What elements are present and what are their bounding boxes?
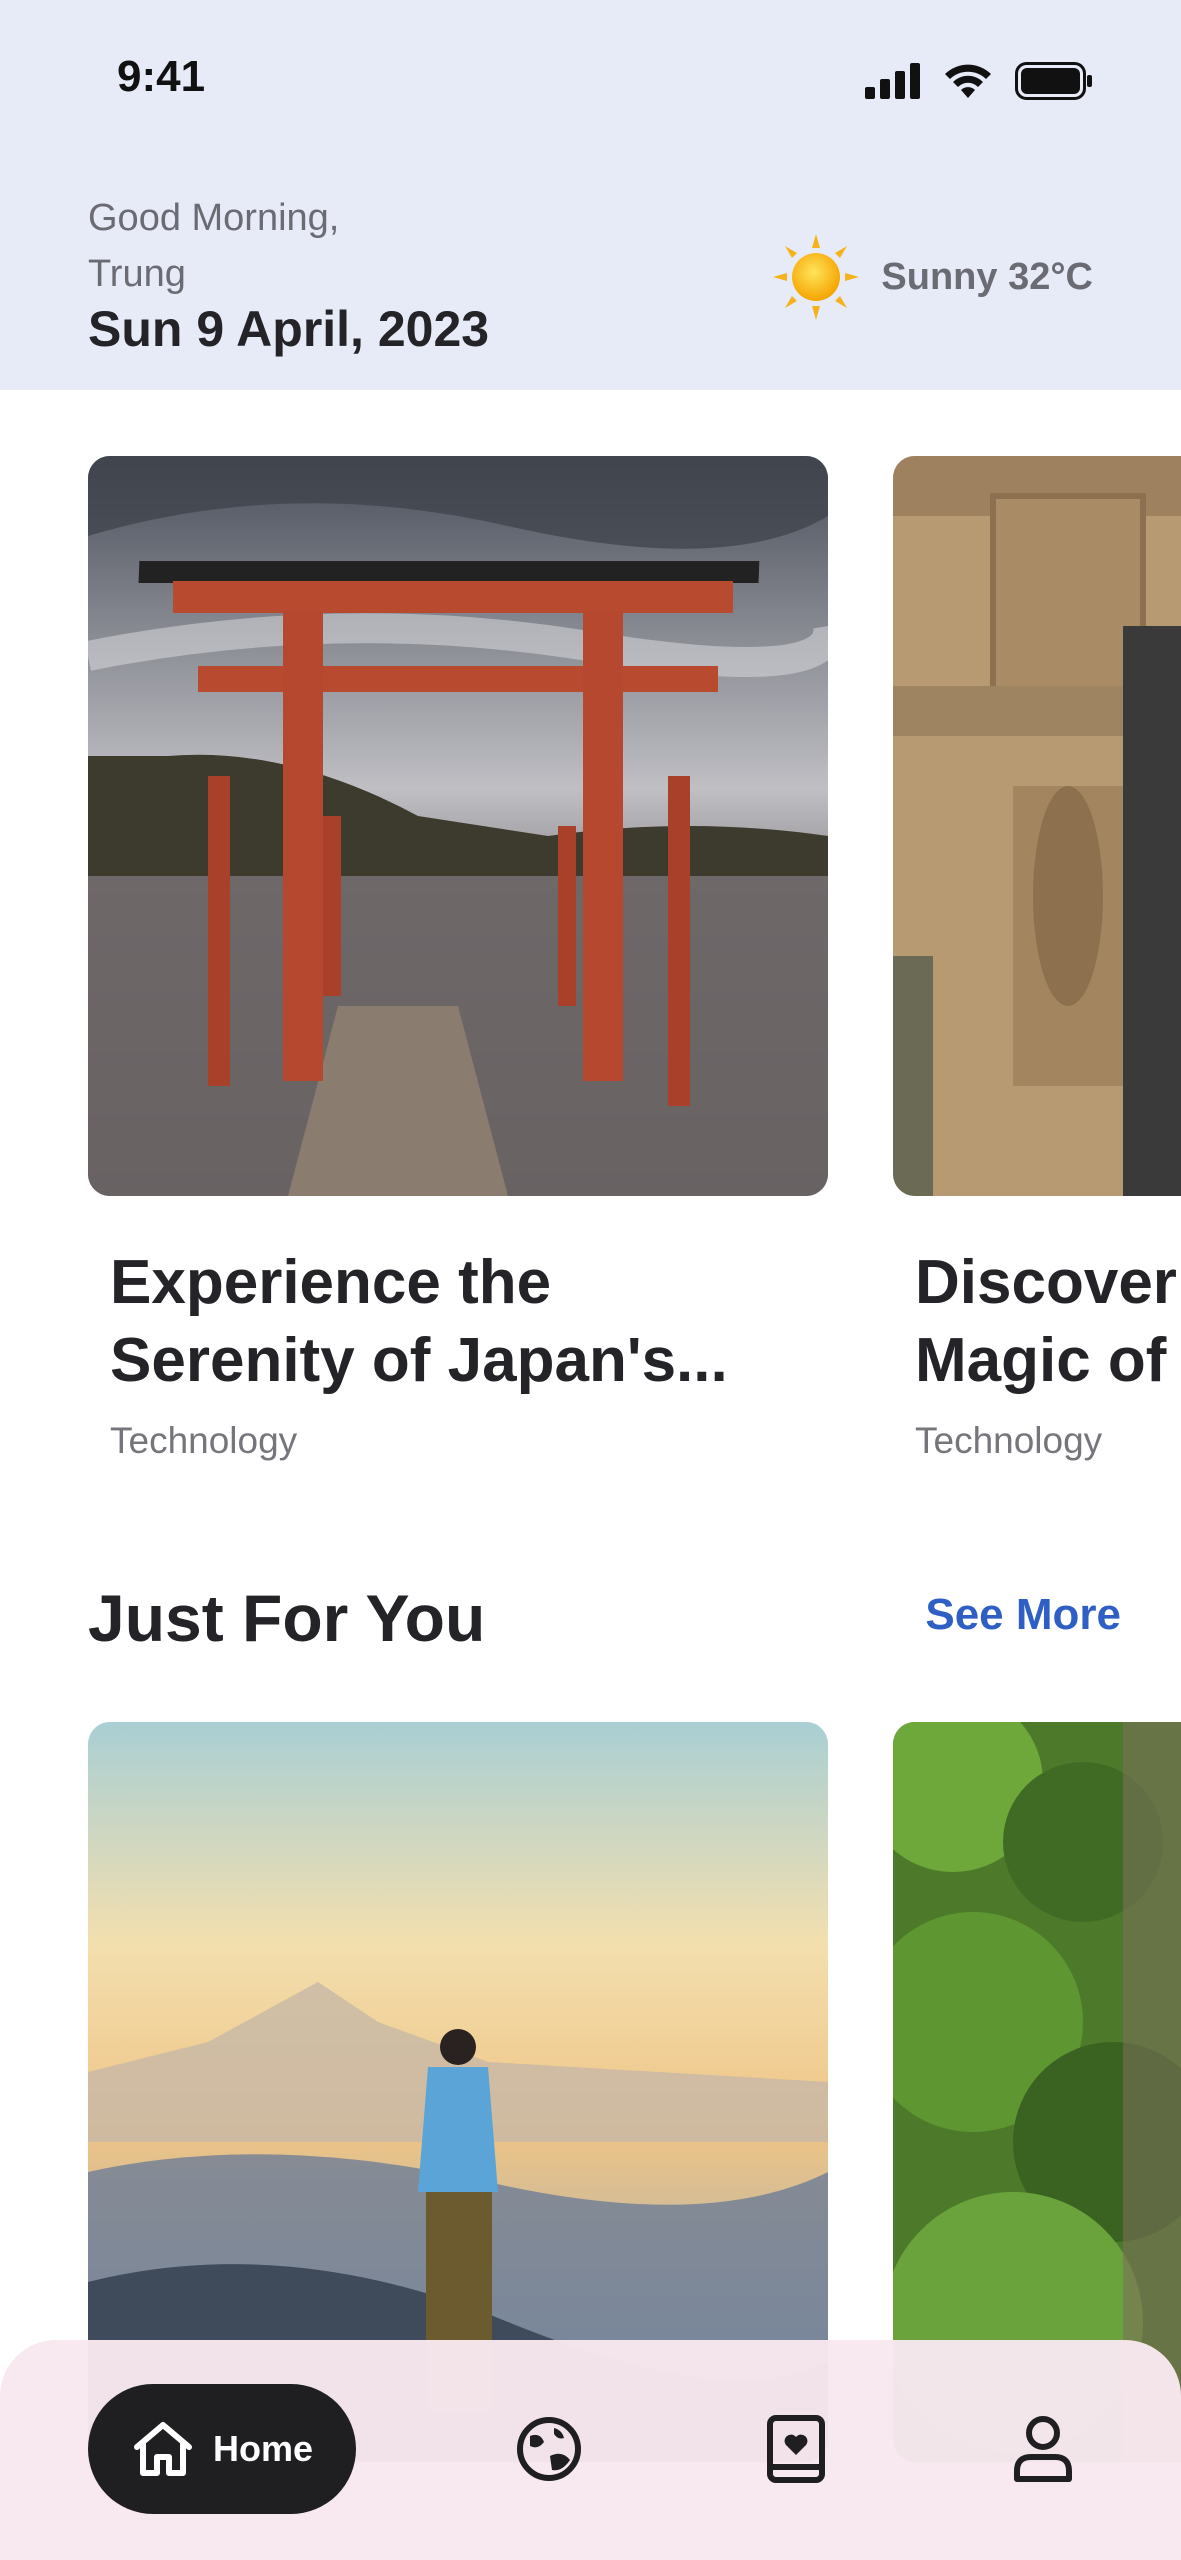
- card-title[interactable]: Discover the Magic of Paris: [893, 1244, 1181, 1400]
- section-title: Just For You: [88, 1581, 486, 1655]
- card-title-line-2: Serenity of Japan's...: [110, 1326, 728, 1395]
- card-title[interactable]: Experience the Serenity of Japan's...: [88, 1244, 828, 1400]
- weather-text: Sunny 32°C: [881, 255, 1093, 298]
- bookmark-book-icon: [767, 2415, 825, 2483]
- status-time: 9:41: [117, 52, 206, 101]
- home-icon: [133, 2422, 192, 2476]
- battery-icon: [1015, 62, 1092, 100]
- featured-carousel[interactable]: Experience the Serenity of Japan's... Te…: [0, 456, 1181, 1476]
- bottom-tab-bar: Home: [0, 2340, 1181, 2560]
- status-bar: 9:41: [0, 0, 1181, 160]
- greeting-name: Trung: [88, 253, 186, 295]
- tab-explore[interactable]: [514, 2414, 584, 2484]
- tab-profile[interactable]: [1008, 2414, 1078, 2484]
- tab-saved[interactable]: [761, 2414, 831, 2484]
- card-title-line-1: Experience the: [110, 1248, 552, 1317]
- featured-card-paris[interactable]: Discover the Magic of Paris Technology: [893, 456, 1181, 1462]
- card-title-line-2: Magic of Paris: [915, 1326, 1181, 1395]
- greeting: Good Morning, Trung: [88, 190, 339, 302]
- tab-home[interactable]: Home: [88, 2384, 356, 2514]
- globe-icon: [517, 2417, 581, 2481]
- greeting-line-1: Good Morning,: [88, 197, 340, 239]
- see-more-link[interactable]: See More: [925, 1590, 1121, 1640]
- status-icons: [865, 62, 1093, 100]
- tab-home-label: Home: [212, 2428, 314, 2469]
- current-date: Sun 9 April, 2023: [88, 301, 490, 357]
- weather-widget: Sunny 32°C: [773, 234, 1093, 320]
- card-image-torii[interactable]: [88, 456, 828, 1196]
- sun-icon: [773, 234, 860, 320]
- card-title-line-1: Discover the: [915, 1248, 1181, 1317]
- wifi-icon: [945, 64, 991, 98]
- just-for-you-header: Just For You See More: [88, 1580, 1121, 1660]
- featured-card-japan[interactable]: Experience the Serenity of Japan's... Te…: [88, 456, 828, 1462]
- card-image-arc[interactable]: [893, 456, 1181, 1196]
- card-category: Technology: [110, 1420, 298, 1461]
- card-category: Technology: [915, 1420, 1103, 1461]
- header: 9:41 Good Morning, Trung Sun 9 April, 20…: [0, 0, 1181, 390]
- signal-icon: [865, 63, 920, 99]
- profile-icon: [1014, 2416, 1072, 2482]
